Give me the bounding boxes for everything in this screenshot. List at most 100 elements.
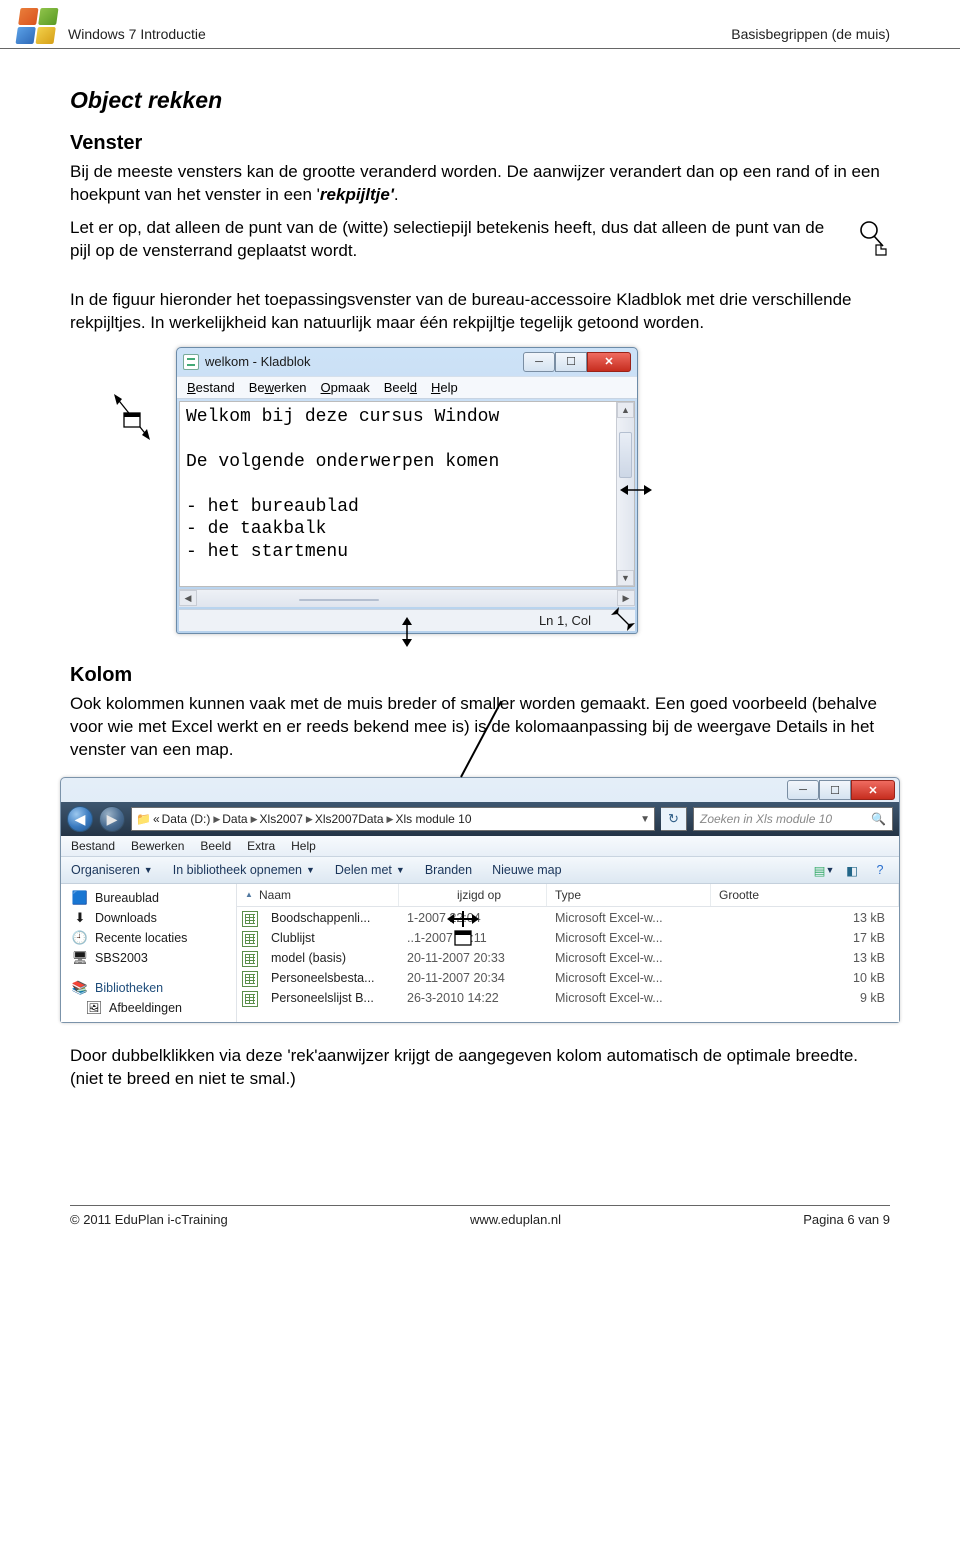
file-name: Clublijst [263,930,399,948]
file-size: 13 kB [711,910,899,928]
horizontal-scrollbar[interactable]: ◀ ▶ [179,589,635,607]
col-type[interactable]: Type [547,884,711,906]
sidebar-bibliotheken[interactable]: 📚Bibliotheken [61,978,236,998]
file-size: 17 kB [711,930,899,948]
menu-opmaak[interactable]: Opmaak [321,380,370,395]
excel-file-icon [237,930,263,948]
excel-file-icon [237,990,263,1008]
maximize-button[interactable]: ☐ [555,352,587,372]
sidebar-item-bureaublad[interactable]: 🟦Bureaublad [61,888,236,908]
paragraph: Bij de meeste vensters kan de grootte ve… [70,161,890,207]
titlebar[interactable]: welkom - Kladblok ─ ☐ ✕ [177,348,637,376]
file-date: 20-11-2007 20:34 [399,970,547,988]
scroll-up-icon[interactable]: ▲ [617,402,634,418]
col-naam[interactable]: ▲Naam [237,884,399,906]
file-type: Microsoft Excel-w... [547,950,711,968]
minimize-button[interactable]: ─ [787,780,819,800]
scroll-down-icon[interactable]: ▼ [617,570,634,586]
header-left: Windows 7 Introductie [68,26,206,42]
file-type: Microsoft Excel-w... [547,910,711,928]
sidebar-item-afbeeldingen[interactable]: 🖼Afbeeldingen [61,998,236,1018]
menu-bewerken[interactable]: Bewerken [249,380,307,395]
maximize-button[interactable]: ☐ [819,780,851,800]
menubar: Bestand Bewerken Opmaak Beeld Help [177,376,637,399]
images-icon: 🖼 [85,1000,103,1016]
search-input[interactable]: Zoeken in Xls module 10 🔍 [693,807,893,831]
menu-bewerken[interactable]: Bewerken [131,839,184,853]
col-gewijzigd[interactable]: ijzigd op [399,884,547,906]
tb-branden[interactable]: Branden [425,863,472,877]
view-mode-icon[interactable]: ▤ ▼ [815,861,833,879]
windows-logo-icon [15,8,58,44]
tb-bibliotheek[interactable]: In bibliotheek opnemen ▼ [173,863,315,877]
nav-forward-button[interactable]: ▶ [99,806,125,832]
menu-help[interactable]: Help [431,380,458,395]
menu-bestand[interactable]: Bestand [187,380,235,395]
paragraph: Ook kolommen kunnen vaak met de muis bre… [70,693,890,762]
sidebar-item-sbs2003[interactable]: 🖥SBS2003 [61,948,236,968]
horizontal-resize-cursor-icon [619,482,653,498]
col-grootte[interactable]: Grootte [711,884,899,906]
footer-right: Pagina 6 van 9 [803,1212,890,1227]
footer-mid: www.eduplan.nl [470,1212,561,1227]
close-button[interactable]: ✕ [587,352,631,372]
scroll-thumb[interactable] [619,432,632,478]
file-type: Microsoft Excel-w... [547,990,711,1008]
file-name: Personeelslijst B... [263,990,399,1008]
table-row[interactable]: Boodschappenli...1-2007 22:04Microsoft E… [237,909,899,929]
menu-help[interactable]: Help [291,839,316,853]
minimize-button[interactable]: ─ [523,352,555,372]
header-right: Basisbegrippen (de muis) [731,26,890,42]
subsection-kolom: Kolom [70,664,890,687]
paragraph: Door dubbelklikken via deze 'rek'aanwijz… [70,1045,890,1091]
vertical-resize-cursor-icon [399,616,415,648]
sidebar-item-downloads[interactable]: ⬇Downloads [61,908,236,928]
diagonal-resize-cursor-icon [609,605,637,633]
excel-file-icon [237,910,263,928]
menu-extra[interactable]: Extra [247,839,275,853]
paragraph: In de figuur hieronder het toepassingsve… [70,289,890,335]
menu-bestand[interactable]: Bestand [71,839,115,853]
notepad-window: welkom - Kladblok ─ ☐ ✕ Bestand Bewerken… [176,347,638,634]
explorer-menu: Bestand Bewerken Beeld Extra Help [61,836,899,857]
help-icon[interactable]: ? [871,861,889,879]
notepad-textarea[interactable]: Welkom bij deze cursus Window De volgend… [180,402,616,586]
paragraph: Let er op, dat alleen de punt van de (wi… [70,217,890,263]
doc-header: Windows 7 Introductie Basisbegrippen (de… [0,0,960,49]
file-date: 20-11-2007 20:33 [399,950,547,968]
tb-nieuwe-map[interactable]: Nieuwe map [492,863,561,877]
breadcrumb-bar[interactable]: 📁 « Data (D:)▶ Data▶ Xls2007▶ Xls2007Dat… [131,807,655,831]
tb-organiseren[interactable]: Organiseren ▼ [71,863,153,877]
table-row[interactable]: Clublijst..1-2007 21:11Microsoft Excel-w… [237,929,899,949]
recent-icon: 🕘 [71,930,89,946]
downloads-icon: ⬇ [71,910,89,926]
file-list: ▲Naam ijzigd op Type Grootte Boodschappe… [237,884,899,1022]
library-icon: 📚 [71,980,89,996]
table-row[interactable]: model (basis)20-11-2007 20:33Microsoft E… [237,949,899,969]
scroll-thumb[interactable] [299,599,379,601]
footer-left: © 2011 EduPlan i-cTraining [70,1212,228,1227]
menu-beeld[interactable]: Beeld [200,839,231,853]
file-date: 26-3-2010 14:22 [399,990,547,1008]
explorer-window: ─ ☐ ✕ ◀ ▶ 📁 « Data (D:)▶ Data▶ Xls2007▶ … [60,777,900,1023]
table-row[interactable]: Personeelslijst B...26-3-2010 14:22Micro… [237,989,899,1009]
search-icon: 🔍 [871,812,886,826]
nav-back-button[interactable]: ◀ [67,806,93,832]
window-title: welkom - Kladblok [205,354,311,369]
folder-icon: 📁 [136,812,151,826]
sidebar-item-recente[interactable]: 🕘Recente locaties [61,928,236,948]
table-row[interactable]: Personeelsbesta...20-11-2007 20:34Micros… [237,969,899,989]
diagonal-resize-cursor-icon [110,393,154,449]
sidebar: 🟦Bureaublad ⬇Downloads 🕘Recente locaties… [61,884,237,1022]
close-button[interactable]: ✕ [851,780,895,800]
menu-beeld[interactable]: Beeld [384,380,417,395]
refresh-button[interactable]: ↻ [661,807,687,831]
preview-pane-icon[interactable]: ◧ [843,861,861,879]
tb-delen[interactable]: Delen met ▼ [335,863,405,877]
excel-file-icon [237,950,263,968]
file-size: 10 kB [711,970,899,988]
file-type: Microsoft Excel-w... [547,970,711,988]
scroll-left-icon[interactable]: ◀ [179,590,197,606]
file-type: Microsoft Excel-w... [547,930,711,948]
subsection-venster: Venster [70,132,890,155]
